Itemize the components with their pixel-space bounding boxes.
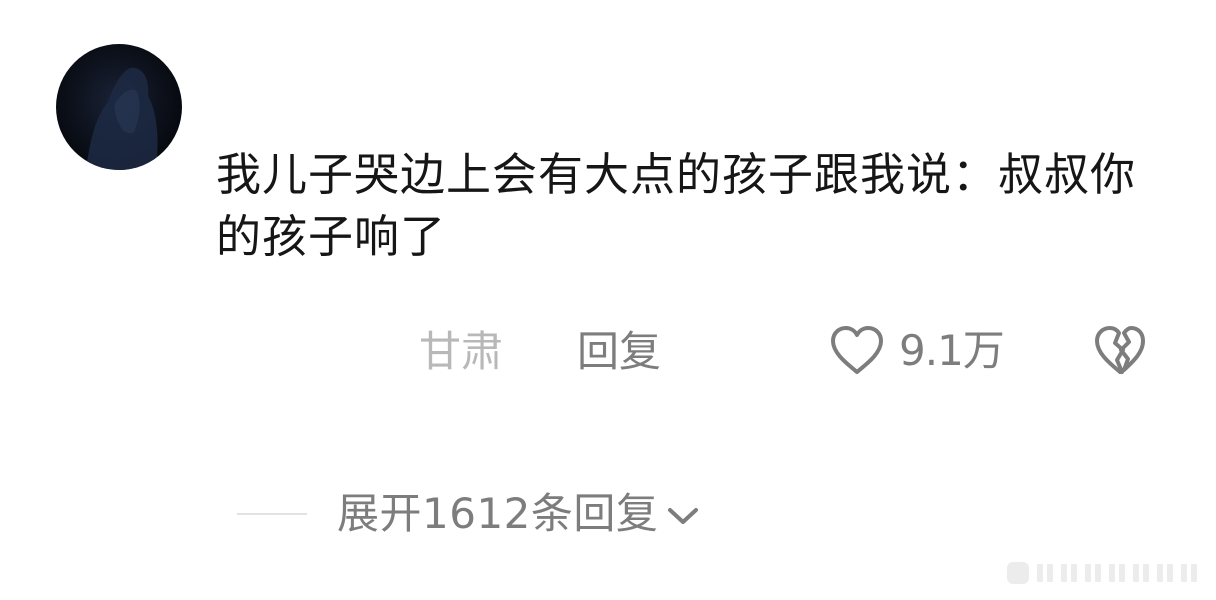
like-button[interactable]: 9.1万 [829, 325, 1005, 377]
thread-divider [237, 513, 307, 515]
like-count: 9.1万 [899, 326, 1005, 375]
comment-screen: 我儿子哭边上会有大点的孩子跟我说：叔叔你的孩子响了 甘肃 回复 9.1万 展开1… [0, 0, 1216, 600]
avatar-silhouette-icon [86, 67, 158, 170]
user-avatar[interactable] [56, 44, 182, 170]
expand-replies-button[interactable]: 展开1612条回复 [337, 488, 700, 540]
reply-button[interactable]: 回复 [577, 327, 661, 377]
comment-text: 我儿子哭边上会有大点的孩子跟我说：叔叔你的孩子响了 [216, 148, 1137, 263]
dislike-button[interactable] [1093, 325, 1147, 377]
chevron-down-icon [668, 508, 699, 524]
expand-replies-label: 展开1612条回复 [337, 489, 659, 538]
broken-heart-icon [1095, 326, 1145, 374]
watermark-logo [1007, 562, 1197, 584]
heart-outline-icon [831, 326, 883, 374]
comment-location: 甘肃 [419, 327, 504, 376]
